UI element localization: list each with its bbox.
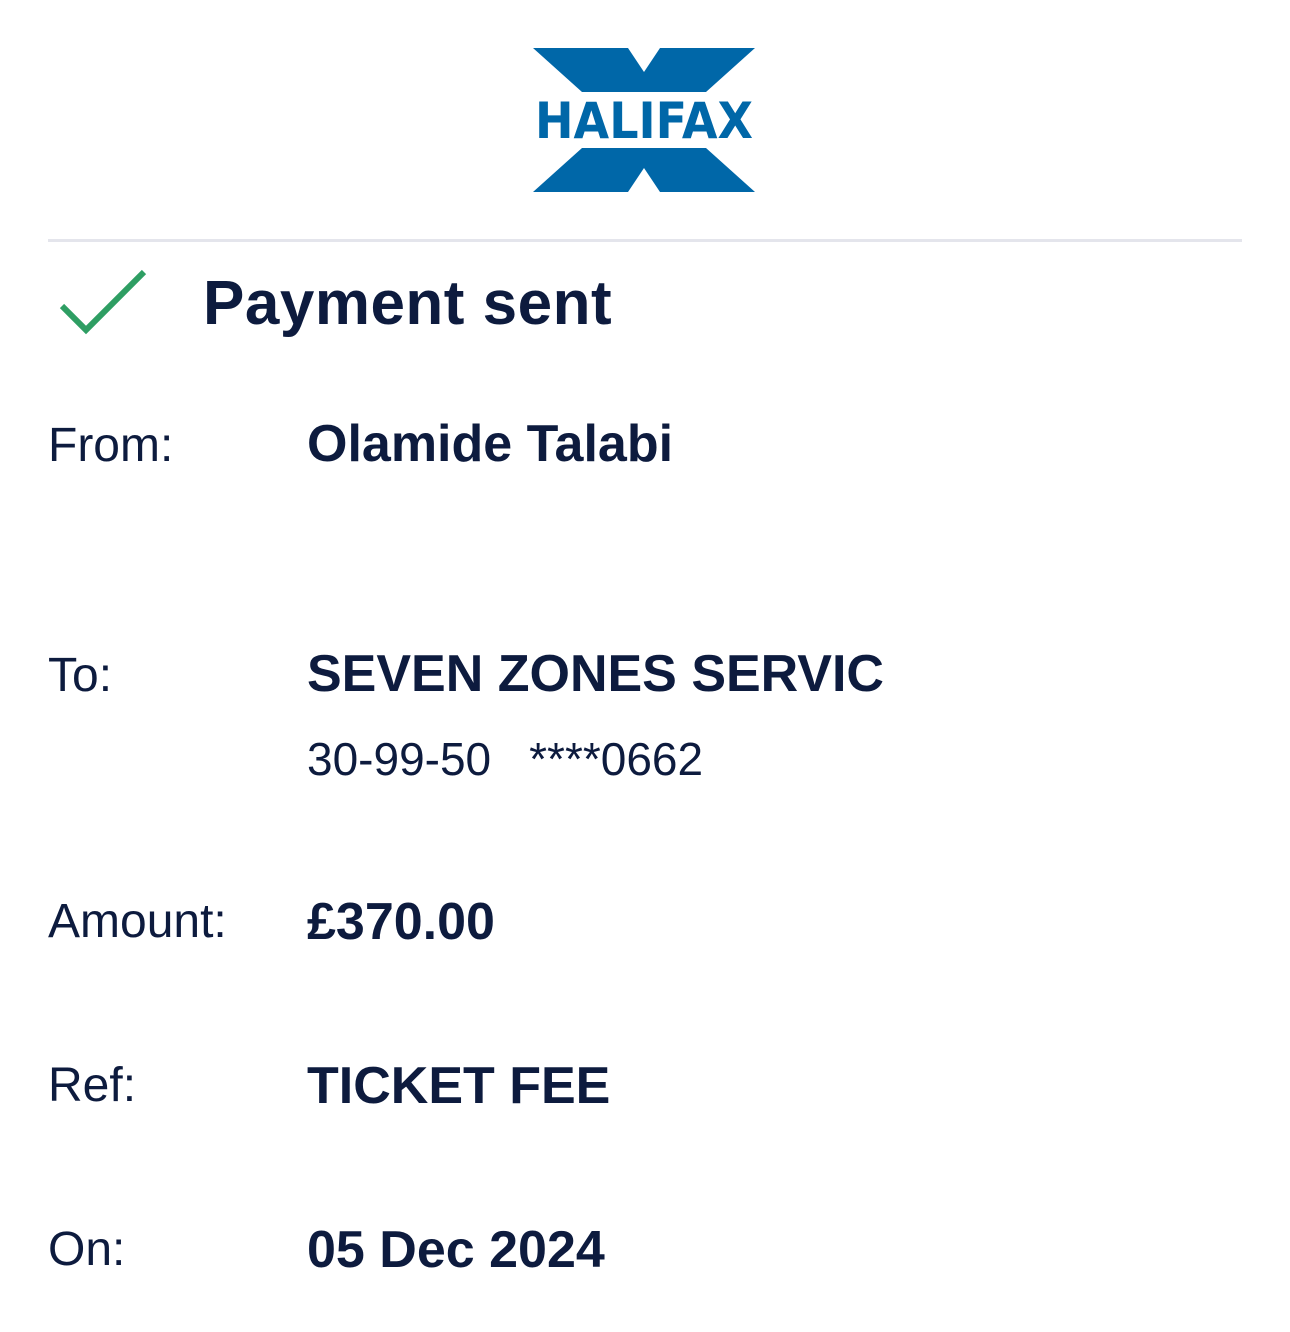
date-label: On: [48, 1223, 126, 1276]
account-number: ****0662 [529, 733, 704, 785]
to-label: To: [48, 649, 113, 702]
amount-label: Amount: [48, 895, 227, 948]
check-icon [58, 268, 148, 336]
logo-wordmark: HALIFAX [535, 92, 753, 150]
amount-value: £370.00 [307, 893, 495, 951]
date-value: 05 Dec 2024 [307, 1221, 605, 1279]
to-value: SEVEN ZONES SERVIC [307, 645, 884, 703]
ref-value: TICKET FEE [307, 1057, 611, 1115]
to-account-details: 30-99-50 ****0662 [307, 732, 703, 786]
from-label: From: [48, 419, 174, 472]
ref-label: Ref: [48, 1059, 137, 1112]
sort-code: 30-99-50 [307, 733, 492, 785]
header-divider [48, 239, 1242, 242]
payment-status-title: Payment sent [203, 269, 613, 338]
halifax-logo: HALIFAX [533, 46, 755, 192]
from-value: Olamide Talabi [307, 415, 674, 473]
halifax-logo-graphic: HALIFAX [533, 48, 755, 192]
